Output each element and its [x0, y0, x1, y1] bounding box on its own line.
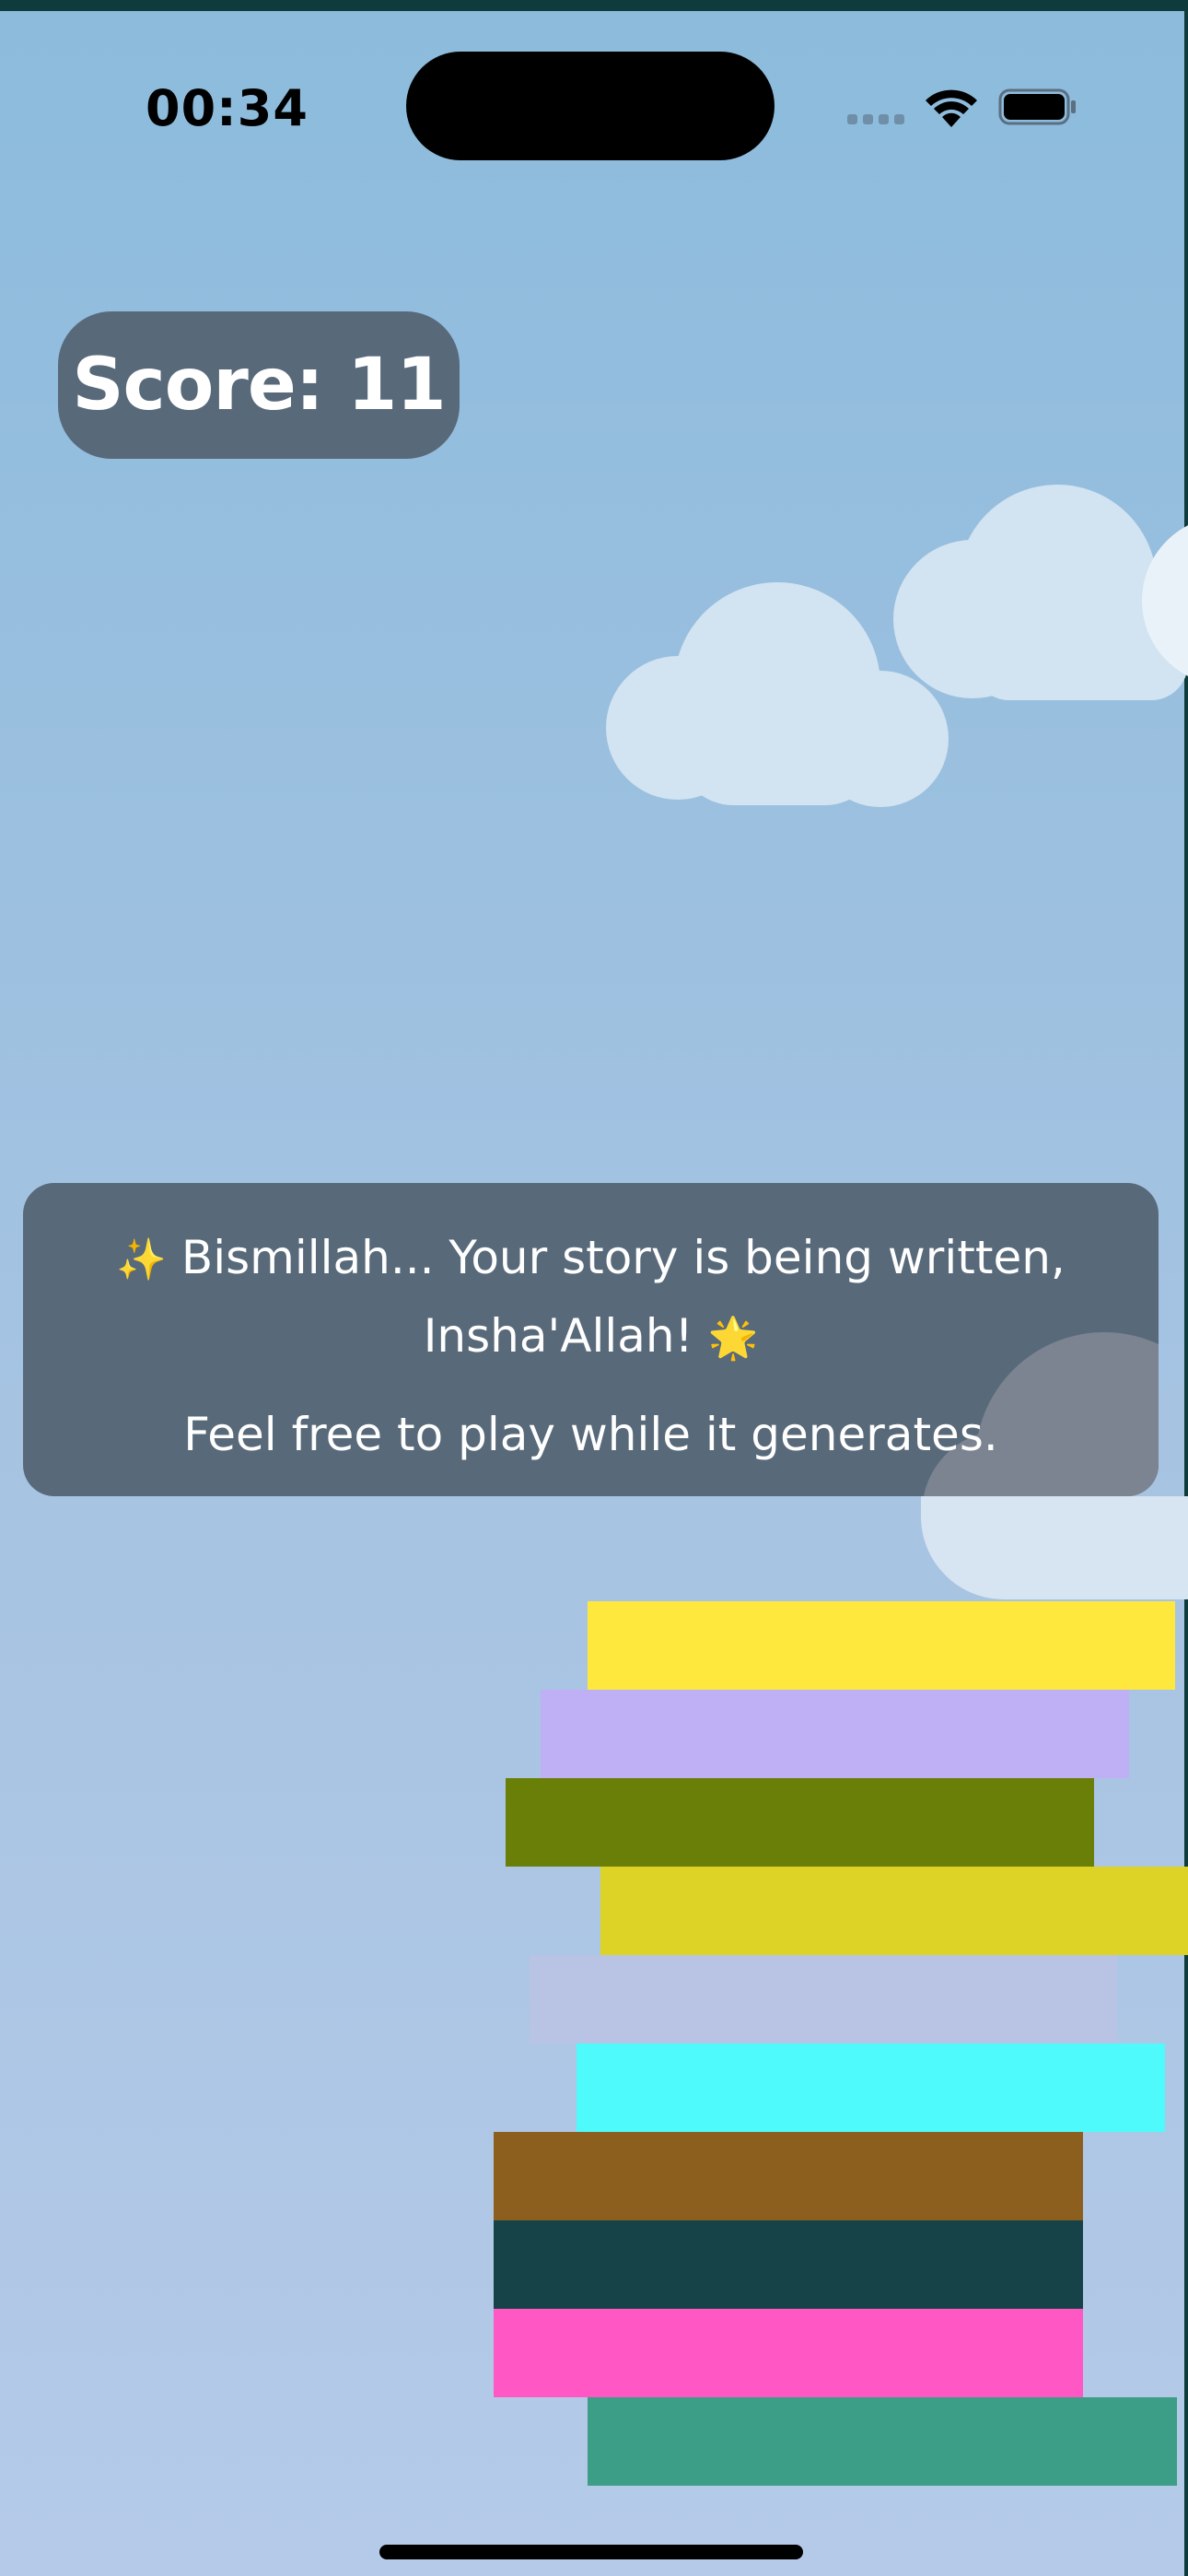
stack-block — [494, 2309, 1083, 2397]
stack-block — [494, 2220, 1083, 2309]
top-edge — [0, 0, 1188, 11]
banner-message-line1: ✨ Bismillah... Your story is being writt… — [23, 1220, 1159, 1376]
banner-message-text-cont: Insha'Allah! — [423, 1309, 693, 1363]
battery-icon — [998, 88, 1076, 125]
score-display: Score: 11 — [58, 311, 460, 459]
sparkles-icon: ✨ — [116, 1236, 167, 1283]
story-generation-banner: ✨ Bismillah... Your story is being writt… — [23, 1183, 1159, 1496]
cloud — [1142, 525, 1188, 676]
dynamic-island — [406, 52, 775, 160]
score-label: Score: 11 — [72, 344, 446, 427]
glowing-star-icon: 🌟 — [707, 1315, 759, 1362]
stack-block — [577, 2043, 1165, 2132]
stack-block — [600, 1867, 1188, 1955]
stack-block — [541, 1690, 1129, 1778]
right-edge — [1184, 0, 1188, 2576]
stack-block — [588, 2397, 1177, 2486]
home-indicator[interactable] — [379, 2545, 803, 2559]
banner-message-line2: Feel free to play while it generates. — [183, 1408, 998, 1461]
cellular-signal-icon — [847, 114, 906, 125]
cloud — [921, 1496, 1188, 1599]
stack-block — [530, 1955, 1117, 2043]
stack-block — [494, 2132, 1083, 2220]
status-time: 00:34 — [146, 79, 309, 137]
stack-block — [506, 1778, 1094, 1867]
stack-block — [588, 1601, 1175, 1690]
banner-message-text: Bismillah... Your story is being written… — [181, 1231, 1066, 1284]
wifi-icon — [926, 89, 977, 127]
